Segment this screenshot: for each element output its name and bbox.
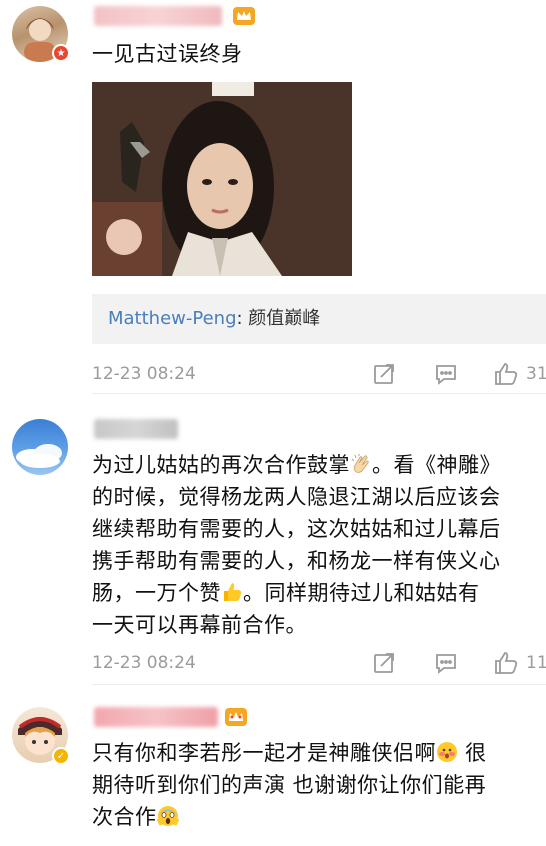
comment-icon [436,365,456,385]
crown-badge-icon [225,708,247,726]
comment-text: 只有你和李若彤一起才是神雕侠侣啊 很 期待听到你们的声演 也谢谢你让你们能再 次… [92,741,487,829]
divider [92,393,546,394]
comment-2: 为过儿姑姑的再次合作鼓掌 。看《神雕》 的时候，觉得杨龙两人隐退江湖以后应该会 继… [0,395,546,685]
screaming-face-emoji [156,806,179,826]
timestamp: 12-23 08:24 [92,653,196,673]
comment-image[interactable] [92,82,352,276]
share-button[interactable] [372,651,396,675]
comment-button[interactable] [434,651,458,675]
share-button[interactable] [372,362,396,386]
comment-3: ✓ 只有你和李若彤一起才是神雕侠侣啊 很 期待听到你们的声演 也谢谢你让你们能再… [0,685,546,846]
like-count: 31 [526,364,546,384]
clapping-hands-emoji [351,454,369,473]
username-blurred[interactable] [94,419,178,439]
thumbs-up-icon [495,652,518,674]
verified-badge: ✓ [52,747,70,765]
comment-1: ★ 一见古过误终身 Matthew-Peng: 颜值巅峰 12-23 08:24 [0,0,546,395]
reply-preview[interactable]: Matthew-Peng: 颜值巅峰 [92,294,546,344]
like-count: 11 [526,653,546,673]
reply-text: 颜值巅峰 [248,308,321,329]
verified-badge: ★ [52,44,70,62]
comment-icon [436,654,456,674]
reply-separator: : [236,308,249,329]
thumbs-up-emoji [224,583,242,601]
timestamp: 12-23 08:24 [92,364,196,384]
reply-username[interactable]: Matthew-Peng [108,308,237,329]
like-button[interactable]: 31 [494,362,546,386]
crown-badge-icon [233,7,255,25]
username-blurred[interactable] [94,6,222,26]
share-icon [374,653,394,673]
comment-text: 为过儿姑姑的再次合作鼓掌 。看《神雕》 的时候，觉得杨龙两人隐退江湖以后应该会 继… [92,453,501,637]
like-button[interactable]: 11 [494,651,546,675]
avatar[interactable] [12,419,68,475]
thumbs-up-icon [495,363,518,385]
comment-text: 一见古过误终身 [92,42,243,66]
blushing-face-emoji [437,742,457,762]
comment-button[interactable] [434,362,458,386]
username-blurred[interactable] [94,707,218,727]
share-icon [374,364,394,384]
